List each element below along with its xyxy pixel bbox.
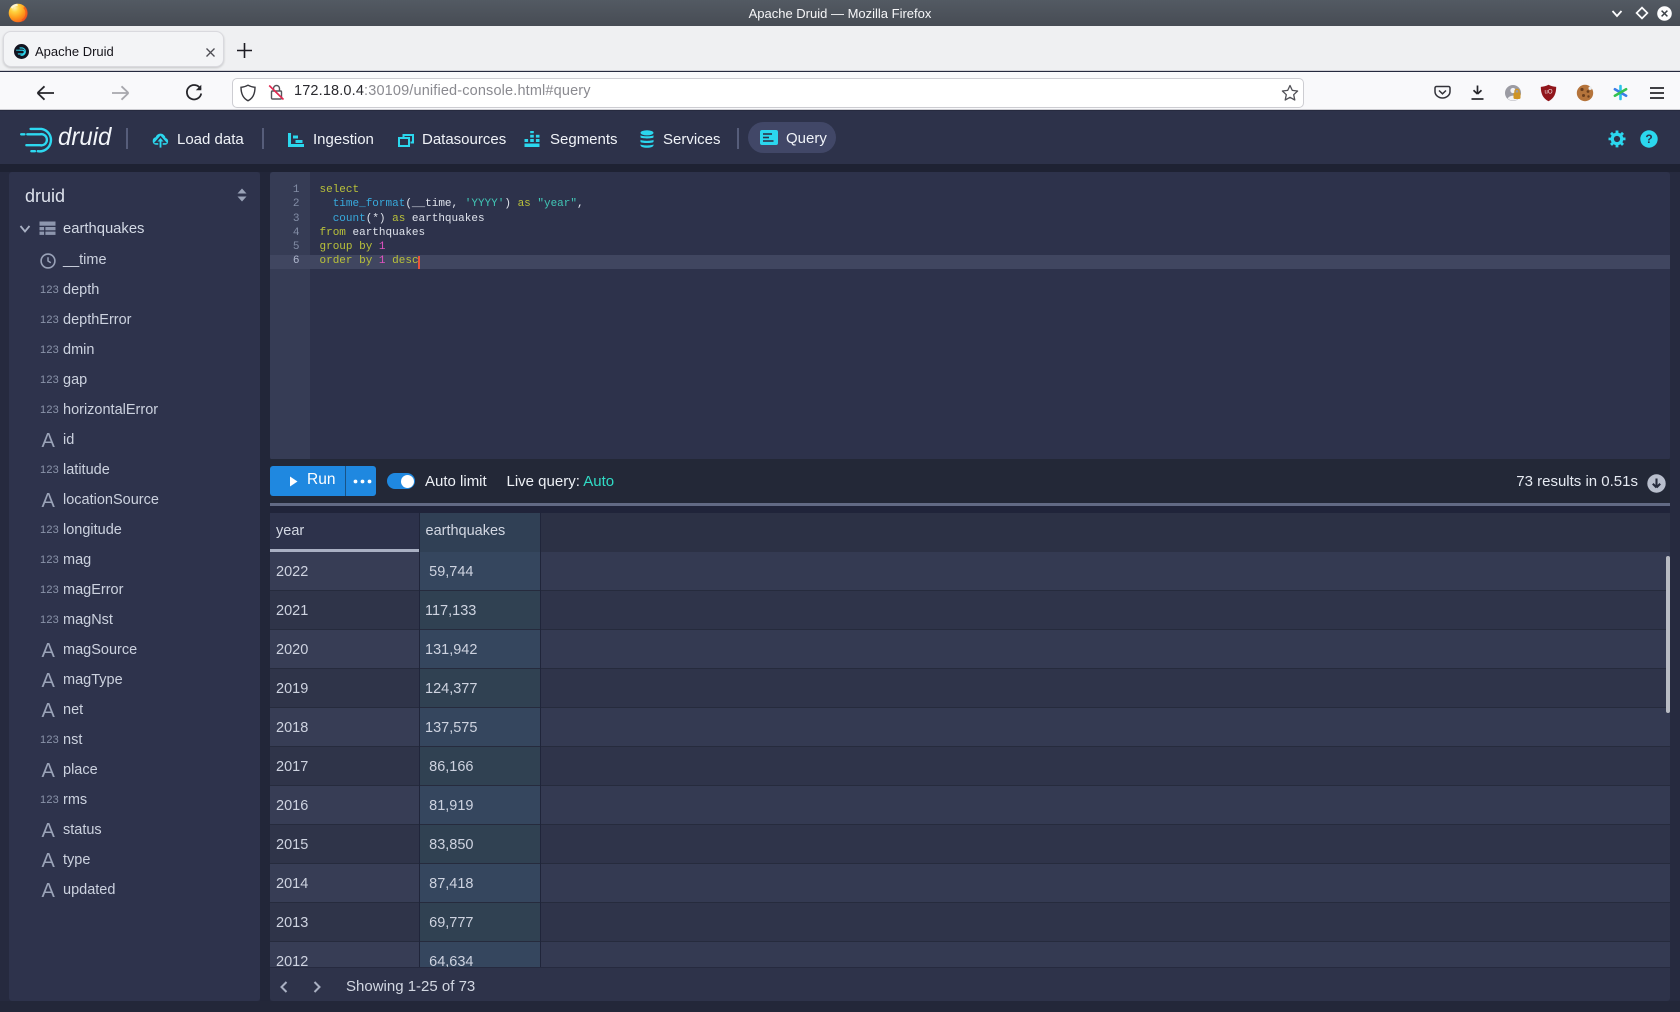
svg-text:uO: uO bbox=[1544, 90, 1552, 96]
svg-text:?: ? bbox=[1645, 132, 1652, 146]
